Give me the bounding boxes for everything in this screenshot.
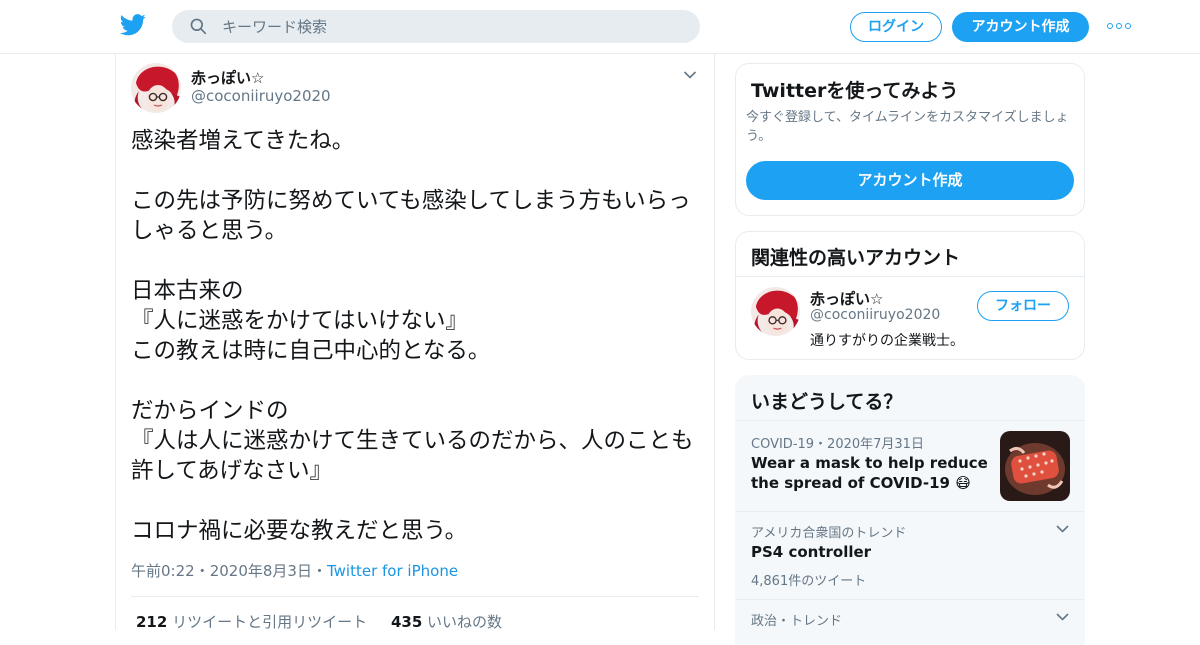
- related-account-avatar[interactable]: [751, 287, 800, 336]
- whats-happening-card: いまどうしてる？ COVID-19・2020年7月31日 Wear a mask…: [735, 375, 1085, 645]
- author-handle[interactable]: @coconiiruyo2020: [191, 87, 331, 105]
- chevron-down-icon[interactable]: [683, 70, 697, 80]
- trend-thumbnail: [1000, 431, 1070, 501]
- tweet-stats: 212 リツイートと引用リツイート 435 いいねの数: [136, 611, 502, 632]
- chevron-down-icon[interactable]: [1056, 525, 1069, 533]
- whats-happening-title: いまどうしてる？: [751, 391, 903, 413]
- related-account-bio: 通りすがりの企業戦士。: [810, 333, 964, 349]
- signup-prompt-card: Twitterを使ってみよう 今すぐ登録して、タイムラインをカスタマイズしましょ…: [735, 63, 1085, 216]
- signup-card-title: Twitterを使ってみよう: [751, 80, 959, 102]
- divider: [131, 596, 699, 597]
- trend-context: COVID-19・2020年7月31日: [751, 437, 924, 452]
- trend-title: Wear a mask to help reduce the spread of…: [751, 454, 988, 492]
- top-navigation-bar: ログイン アカウント作成: [0, 0, 1200, 54]
- likes-stat[interactable]: 435 いいねの数: [391, 613, 502, 631]
- tweet-text: 感染者増えてきたね。 この先は予防に努めていても感染してしまう方もいらっしゃると…: [131, 128, 694, 544]
- author-display-name[interactable]: 赤っぽい☆: [191, 67, 264, 88]
- retweets-count: 212: [136, 613, 168, 631]
- trend-item[interactable]: アメリカ合衆国のトレンド PS4 controller 4,861件のツイート: [736, 512, 1084, 599]
- likes-count: 435: [390, 613, 423, 631]
- author-avatar[interactable]: [131, 63, 181, 113]
- retweets-stat[interactable]: 212 リツイートと引用リツイート: [136, 613, 367, 631]
- signup-button[interactable]: アカウント作成: [952, 12, 1089, 42]
- trend-context: アメリカ合衆国のトレンド: [751, 526, 907, 541]
- tweet-timestamp: 午前0:22・2020年8月3日・Twitter for iPhone: [131, 562, 459, 580]
- search-icon: [190, 18, 207, 35]
- search-box[interactable]: [172, 10, 700, 43]
- tweet-source-link[interactable]: Twitter for iPhone: [327, 562, 458, 580]
- related-accounts-title: 関連性の高いアカウント: [751, 247, 961, 269]
- divider: [736, 276, 1084, 277]
- tweet-date[interactable]: 2020年8月3日: [210, 562, 312, 580]
- login-button[interactable]: ログイン: [850, 12, 942, 42]
- search-input[interactable]: [222, 10, 682, 43]
- twitter-bird-logo-icon[interactable]: [120, 13, 146, 37]
- likes-label: いいねの数: [427, 613, 503, 631]
- trend-tweet-count: 4,861件のツイート: [751, 574, 867, 589]
- trend-item[interactable]: COVID-19・2020年7月31日 Wear a mask to help …: [736, 421, 1084, 511]
- chevron-down-icon[interactable]: [1056, 613, 1069, 621]
- retweets-label: リツイートと引用リツイート: [172, 613, 368, 631]
- trend-context: 政治・トレンド: [751, 614, 843, 629]
- trend-item[interactable]: 政治・トレンド: [736, 600, 1084, 640]
- related-account-handle[interactable]: @coconiiruyo2020: [810, 307, 940, 323]
- related-account-name[interactable]: 赤っぽい☆: [810, 288, 883, 309]
- signup-card-subtitle: 今すぐ登録して、タイムラインをカスタマイズしましょう。: [746, 110, 1069, 144]
- tweet-time[interactable]: 午前0:22: [131, 562, 195, 580]
- signup-card-button[interactable]: アカウント作成: [746, 161, 1074, 200]
- related-accounts-card: 関連性の高いアカウント 赤っぽい☆ @coconiiruyo2020 通りすがり…: [735, 231, 1085, 360]
- trend-title: PS4 controller: [751, 543, 872, 561]
- more-options-icon[interactable]: [1107, 20, 1131, 32]
- tweet-detail: 赤っぽい☆ @coconiiruyo2020 感染者増えてきたね。 この先は予防…: [115, 54, 715, 632]
- follow-button[interactable]: フォロー: [977, 291, 1069, 321]
